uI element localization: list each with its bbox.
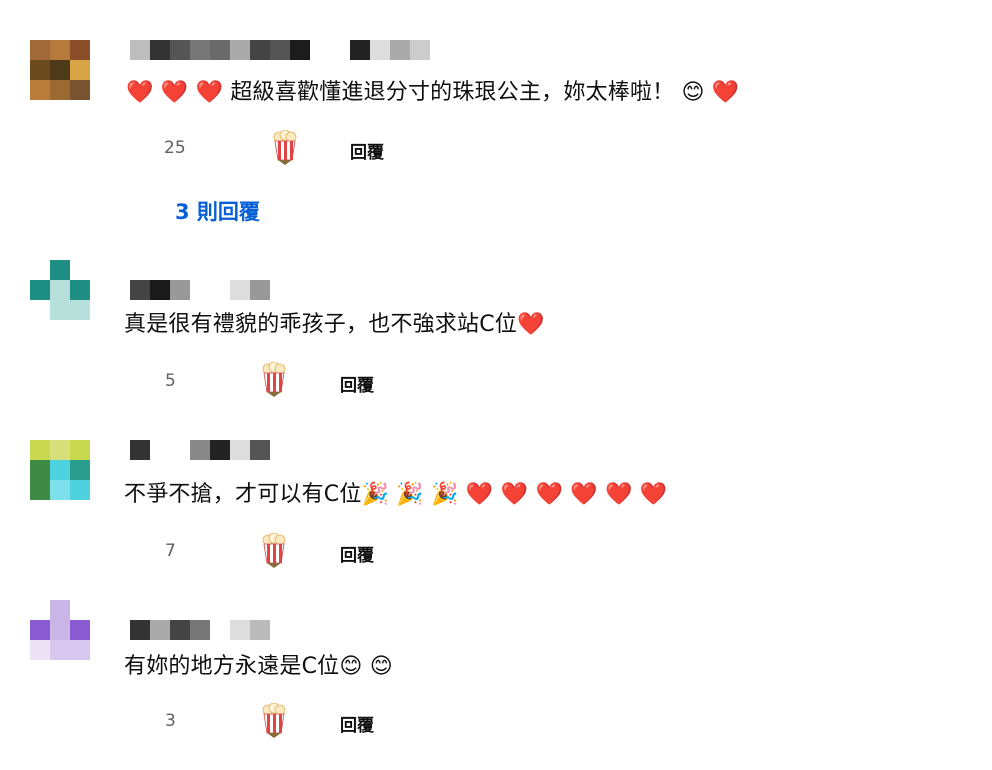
- avatar-pixel: [70, 640, 90, 660]
- avatar-pixel: [70, 600, 90, 620]
- avatar-pixel: [70, 80, 90, 100]
- avatar-pixel: [70, 300, 90, 320]
- avatar[interactable]: [30, 40, 90, 100]
- avatar[interactable]: [30, 260, 90, 320]
- avatar-pixel: [30, 80, 50, 100]
- like-count: 7: [165, 541, 176, 561]
- comment-text: 有妳的地方永遠是C位😊 😊: [124, 654, 393, 679]
- avatar-pixel: [70, 40, 90, 60]
- avatar-pixel: [70, 480, 90, 500]
- username-blurred[interactable]: [130, 280, 270, 300]
- avatar-pixel: [30, 480, 50, 500]
- avatar-pixel: [30, 460, 50, 480]
- avatar-pixel: [30, 300, 50, 320]
- view-replies-button[interactable]: 3 則回覆: [175, 196, 260, 226]
- reply-button[interactable]: 回覆: [340, 541, 374, 566]
- comment-text: 真是很有禮貌的乖孩子，也不強求站C位❤️: [124, 312, 545, 337]
- username-blurred[interactable]: [130, 40, 430, 60]
- avatar-pixel: [30, 600, 50, 620]
- avatar-pixel: [50, 440, 70, 460]
- avatar-pixel: [50, 620, 70, 640]
- avatar-pixel: [70, 440, 90, 460]
- popcorn-icon[interactable]: [261, 703, 287, 739]
- avatar-pixel: [50, 600, 70, 620]
- like-count: 25: [164, 138, 186, 158]
- avatar-pixel: [50, 640, 70, 660]
- avatar-pixel: [70, 260, 90, 280]
- comment-text: ❤️ ❤️ ❤️ 超級喜歡懂進退分寸的珠珢公主，妳太棒啦！ 😊 ❤️: [126, 80, 740, 105]
- avatar-pixel: [30, 620, 50, 640]
- popcorn-icon[interactable]: [261, 362, 287, 398]
- avatar-pixel: [50, 40, 70, 60]
- avatar-pixel: [30, 60, 50, 80]
- avatar-pixel: [50, 60, 70, 80]
- avatar[interactable]: [30, 600, 90, 660]
- like-count: 3: [165, 711, 176, 731]
- popcorn-icon[interactable]: [261, 533, 287, 569]
- username-blurred[interactable]: [130, 440, 270, 460]
- reply-button[interactable]: 回覆: [350, 138, 384, 163]
- avatar-pixel: [70, 60, 90, 80]
- popcorn-icon[interactable]: [272, 130, 298, 166]
- avatar-pixel: [30, 280, 50, 300]
- avatar-pixel: [70, 620, 90, 640]
- avatar-pixel: [50, 480, 70, 500]
- avatar[interactable]: [30, 440, 90, 500]
- comment-text: 不爭不搶，才可以有C位🎉 🎉 🎉 ❤️ ❤️ ❤️ ❤️ ❤️ ❤️: [124, 482, 668, 507]
- avatar-pixel: [50, 280, 70, 300]
- avatar-pixel: [30, 640, 50, 660]
- avatar-pixel: [50, 300, 70, 320]
- avatar-pixel: [30, 260, 50, 280]
- reply-button[interactable]: 回覆: [340, 371, 374, 396]
- avatar-pixel: [50, 80, 70, 100]
- avatar-pixel: [70, 460, 90, 480]
- avatar-pixel: [70, 280, 90, 300]
- username-blurred[interactable]: [130, 620, 270, 640]
- avatar-pixel: [30, 40, 50, 60]
- avatar-pixel: [50, 260, 70, 280]
- reply-button[interactable]: 回覆: [340, 711, 374, 736]
- avatar-pixel: [50, 460, 70, 480]
- like-count: 5: [165, 371, 176, 391]
- avatar-pixel: [30, 440, 50, 460]
